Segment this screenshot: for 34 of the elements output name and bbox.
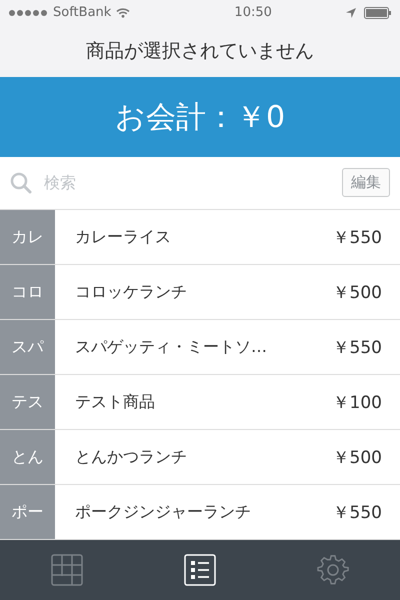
- product-price: ￥500: [332, 282, 382, 304]
- product-price: ￥100: [332, 392, 382, 414]
- product-name[interactable]: コロッケランチ: [75, 282, 187, 302]
- product-price: ￥550: [332, 502, 382, 524]
- search-icon: [10, 172, 32, 194]
- grid-icon: [50, 554, 83, 586]
- status-time: 10:50: [234, 5, 272, 20]
- location-icon: [346, 8, 356, 18]
- edit-button[interactable]: 編集: [342, 168, 390, 198]
- settings-icon: [317, 554, 350, 586]
- index-label[interactable]: とん: [0, 430, 55, 484]
- wifi-icon: [116, 8, 130, 18]
- index-label[interactable]: スパ: [0, 320, 55, 374]
- index-label[interactable]: テス: [0, 375, 55, 429]
- settings-tab[interactable]: [317, 554, 350, 586]
- list-tab[interactable]: [184, 554, 216, 586]
- index-label[interactable]: コロ: [0, 265, 55, 319]
- total-banner: お会計：￥0: [0, 77, 400, 157]
- product-name[interactable]: とんかつランチ: [75, 446, 187, 468]
- product-price: ￥500: [332, 446, 382, 468]
- product-name[interactable]: カレーライス: [75, 226, 171, 248]
- product-price: ￥550: [332, 336, 382, 358]
- product-name[interactable]: ポークジンジャーランチ: [75, 502, 251, 522]
- index-label[interactable]: ポー: [0, 485, 55, 539]
- product-name[interactable]: スパゲッティ・ミートソ…: [75, 336, 267, 358]
- screen-title: 商品が選択されていません: [86, 39, 314, 64]
- signal-icon: [8, 8, 48, 17]
- index-label[interactable]: カレ: [0, 210, 55, 264]
- battery-icon: [364, 6, 392, 19]
- product-price: ￥550: [332, 226, 382, 248]
- carrier-name: SoftBank: [53, 5, 112, 20]
- product-name[interactable]: テスト商品: [75, 392, 155, 412]
- grid-tab[interactable]: [50, 554, 83, 586]
- list-icon: [184, 554, 216, 586]
